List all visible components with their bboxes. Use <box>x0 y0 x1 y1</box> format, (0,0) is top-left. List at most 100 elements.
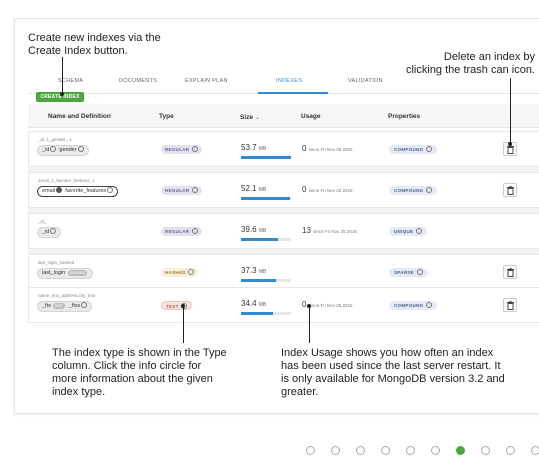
index-type-badge: REGULAR <box>161 145 202 154</box>
index-name: _id_ <box>38 219 47 224</box>
index-type-badge: HASHED <box>161 268 199 277</box>
field-direction-icon <box>56 186 63 193</box>
size-bar <box>241 238 278 241</box>
usage-since: since Fri Nov 25 2016 <box>308 188 353 193</box>
field-name: email <box>42 188 56 194</box>
callout-delete-leader-dot <box>508 142 512 146</box>
info-circle-icon[interactable] <box>188 268 195 275</box>
index-type-badge: REGULAR <box>161 227 202 236</box>
trash-icon <box>507 145 514 154</box>
field-direction-icon <box>50 227 57 234</box>
trash-icon <box>507 301 514 310</box>
field-name: gender <box>59 147 77 153</box>
tab-validation[interactable]: VALIDATION <box>348 78 383 84</box>
index-definition: _fts text _ftsx <box>37 301 93 312</box>
pager-dot[interactable] <box>406 446 415 455</box>
size-unit: MB <box>258 146 267 152</box>
index-size: 52.1 MB <box>241 184 266 193</box>
size-unit: MB <box>258 187 267 193</box>
pager-dot[interactable] <box>381 446 390 455</box>
pager-dot[interactable] <box>531 446 539 455</box>
field-name: favorite_features <box>65 188 107 194</box>
index-size: 37.3 MB <box>241 266 266 275</box>
property-label: UNIQUE <box>394 229 414 234</box>
index-definition: last_login hashed <box>37 268 93 279</box>
index-size: 39.6 MB <box>241 225 266 234</box>
size-bar <box>241 156 291 159</box>
table-row: email_1_favorite_features_1 email favori… <box>28 172 539 208</box>
active-tab-indicator <box>258 92 328 94</box>
info-circle-icon[interactable] <box>425 186 432 193</box>
tab-explain-plan[interactable]: EXPLAIN PLAN <box>185 78 228 84</box>
index-usage: 0 since Fri Nov 25 2016 <box>302 144 352 153</box>
index-property-badge: COMPOUND <box>389 145 437 154</box>
table-row: name_text_address.city_text _fts text _f… <box>28 287 539 323</box>
callout-create-leader <box>62 57 63 94</box>
delete-index-button[interactable] <box>503 265 517 279</box>
trash-icon <box>507 186 514 195</box>
field-name: _fts <box>42 303 51 309</box>
index-property-badge: SPARSE <box>389 268 428 277</box>
column-properties-header[interactable]: Properties <box>388 113 420 120</box>
info-circle-icon[interactable] <box>191 145 198 152</box>
callout-index-type: The index type is shown in the Type colu… <box>52 347 227 398</box>
table-row: last_login_hashed last_login hashed HASH… <box>28 254 539 290</box>
index-name: email_1_favorite_features_1 <box>38 178 95 183</box>
delete-index-button[interactable] <box>503 298 517 312</box>
size-value: 53.7 <box>241 143 257 152</box>
pager-dot[interactable] <box>506 446 515 455</box>
property-label: COMPOUND <box>394 303 424 308</box>
info-circle-icon[interactable] <box>425 145 432 152</box>
field-direction-icon <box>50 145 57 152</box>
table-row: _id_1_gender_-1 _id gender REGULAR 53.7 … <box>28 131 539 167</box>
callout-create-index: Create new indexes via the Create Index … <box>28 32 161 57</box>
column-size-header[interactable]: Size ⌄ <box>240 113 260 121</box>
field-name: _ftsx <box>68 303 81 309</box>
size-value: 39.6 <box>241 225 257 234</box>
index-property-badge: COMPOUND <box>389 186 437 195</box>
size-bar-track <box>241 238 291 241</box>
field-name: _id <box>42 147 50 153</box>
pager-dot[interactable] <box>431 446 440 455</box>
callout-usage-leader <box>309 306 310 343</box>
pager-dot[interactable] <box>481 446 490 455</box>
index-type-badge: REGULAR <box>161 186 202 195</box>
size-value: 34.4 <box>241 299 257 308</box>
pager-dot[interactable] <box>356 446 365 455</box>
property-label: COMPOUND <box>394 188 424 193</box>
usage-since: since Fri Nov 25 2016 <box>308 303 353 308</box>
field-direction-icon <box>107 186 114 193</box>
info-circle-icon[interactable] <box>425 301 432 308</box>
info-circle-icon[interactable] <box>191 227 198 234</box>
pager-dot[interactable] <box>456 446 465 455</box>
callout-index-usage: Index Usage shows you how often an index… <box>281 347 505 398</box>
column-usage-header[interactable]: Usage <box>301 113 321 120</box>
pager-dot[interactable] <box>331 446 340 455</box>
size-bar <box>241 197 290 200</box>
info-circle-icon[interactable] <box>416 268 423 275</box>
property-label: SPARSE <box>394 270 414 275</box>
tab-indexes[interactable]: INDEXES <box>276 78 302 84</box>
index-definition: _id <box>37 227 62 238</box>
field-index-tag: text <box>53 303 65 309</box>
tab-documents[interactable]: DOCUMENTS <box>119 78 157 84</box>
delete-index-button[interactable] <box>503 183 517 197</box>
index-usage: 13 since Fri Nov 25 2016 <box>302 226 357 235</box>
index-type-label: TEXT <box>166 304 179 309</box>
trash-icon <box>507 268 514 277</box>
field-direction-icon <box>77 145 84 152</box>
pager-dot[interactable] <box>306 446 315 455</box>
size-unit: MB <box>258 228 267 234</box>
usage-since: since Fri Nov 25 2016 <box>313 229 357 234</box>
size-bar-track <box>241 312 291 315</box>
callout-usage-leader-dot <box>307 304 311 308</box>
column-name-header[interactable]: Name and Definition <box>48 113 111 120</box>
property-label: COMPOUND <box>394 147 424 152</box>
field-index-tag: hashed <box>67 270 87 276</box>
index-property-badge: COMPOUND <box>389 301 437 310</box>
usage-since: since Fri Nov 25 2016 <box>308 147 353 152</box>
info-circle-icon[interactable] <box>191 186 198 193</box>
column-type-header[interactable]: Type <box>159 113 174 120</box>
index-name: name_text_address.city_text <box>38 293 96 298</box>
info-circle-icon[interactable] <box>415 227 422 234</box>
